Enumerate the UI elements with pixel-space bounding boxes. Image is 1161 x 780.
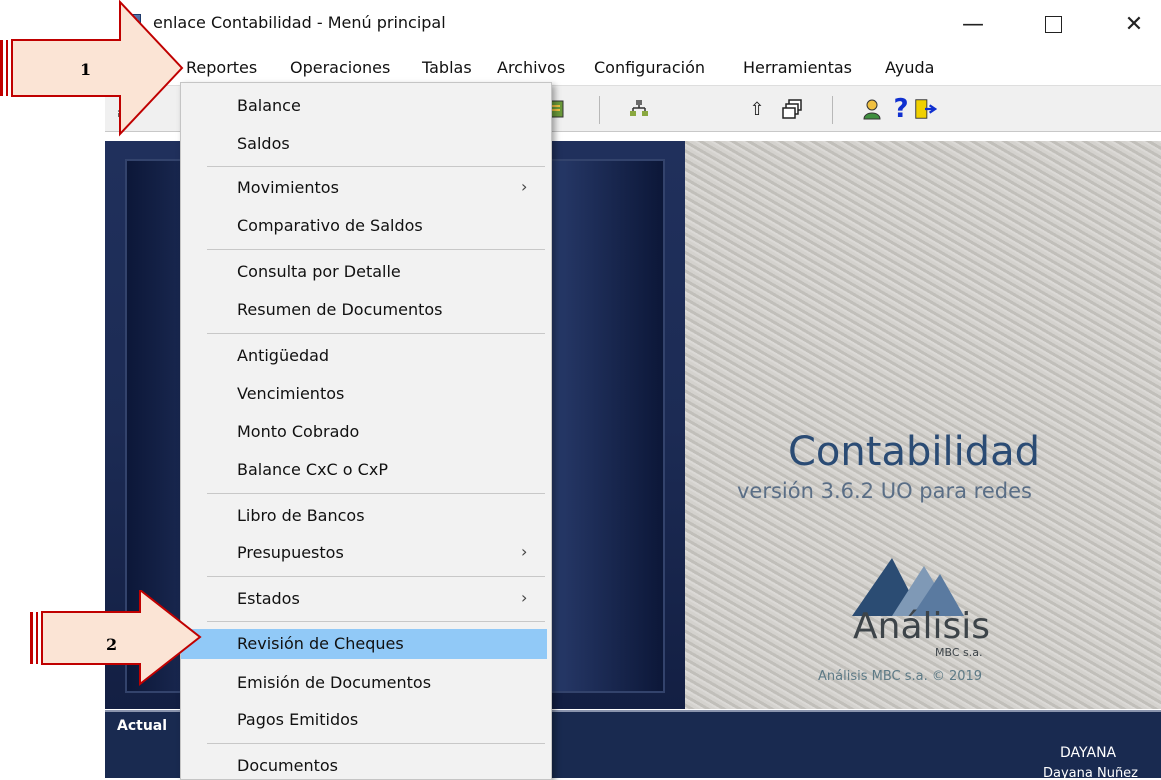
splash-panel: Contabilidad versión 3.6.2 UO para redes… — [685, 141, 1161, 709]
menu-item-resumen-de-documentos[interactable]: Resumen de Documentos — [181, 295, 547, 325]
menu-item-label: Libro de Bancos — [237, 506, 365, 525]
menu-item-label: Vencimientos — [237, 384, 345, 403]
chevron-right-icon: › — [521, 588, 528, 607]
menu-herramientas[interactable]: Herramientas — [743, 58, 852, 77]
status-user-name: Dayana Nuñez — [1043, 766, 1138, 778]
menu-item-label: Monto Cobrado — [237, 422, 360, 441]
menu-operaciones[interactable]: Operaciones — [290, 58, 390, 77]
close-button[interactable]: ✕ — [1112, 6, 1156, 42]
toolbar-separator — [832, 96, 833, 124]
exit-icon[interactable] — [913, 97, 937, 121]
status-user: DAYANA — [1060, 745, 1117, 761]
menu-item-label: Antigüedad — [237, 346, 330, 365]
menu-separator — [207, 333, 545, 334]
callout-arrow-1-icon — [0, 0, 184, 137]
analisis-logo-icon — [852, 558, 964, 616]
windows-icon[interactable] — [781, 97, 805, 121]
callout-number-2: 2 — [106, 635, 118, 654]
menu-item-libro-de-bancos[interactable]: Libro de Bancos — [181, 501, 547, 531]
menu-item-saldos[interactable]: Saldos — [181, 129, 547, 159]
menu-separator — [207, 493, 545, 494]
menu-item-monto-cobrado[interactable]: Monto Cobrado — [181, 417, 547, 447]
menu-item-label: Saldos — [237, 134, 290, 153]
user-icon[interactable] — [861, 97, 885, 121]
menu-item-label: Pagos Emitidos — [237, 710, 359, 729]
menu-item-label: Resumen de Documentos — [237, 300, 443, 319]
up-arrow-icon[interactable]: ⇧ — [745, 97, 769, 121]
menu-item-documentos[interactable]: Documentos — [181, 751, 547, 779]
copyright: Análisis MBC s.a. © 2019 — [818, 669, 983, 684]
callout-number-1: 1 — [80, 60, 92, 79]
menu-item-vencimientos[interactable]: Vencimientos — [181, 379, 547, 409]
menu-item-label: Balance CxC o CxP — [237, 460, 388, 479]
menu-separator — [207, 576, 545, 577]
menu-item-label: Consulta por Detalle — [237, 262, 401, 281]
minimize-button[interactable]: — — [951, 6, 995, 42]
menu-archivos[interactable]: Archivos — [497, 58, 565, 77]
title-bar: enlace Contabilidad - Menú principal — ✕ — [105, 0, 1161, 50]
menu-item-presupuestos[interactable]: Presupuestos › — [181, 538, 547, 568]
product-name: Contabilidad — [788, 429, 1040, 475]
maximize-icon — [1044, 15, 1062, 33]
menu-item-label: Documentos — [237, 756, 339, 775]
menu-configuracion[interactable]: Configuración — [594, 58, 705, 77]
menu-item-movimientos[interactable]: Movimientos › — [181, 173, 547, 203]
menu-item-label: Balance — [237, 96, 301, 115]
menu-item-label: Emisión de Documentos — [237, 673, 432, 692]
menu-item-label: Presupuestos — [237, 543, 344, 562]
menu-bar: Reportes Operaciones Tablas Archivos Con… — [105, 50, 1161, 82]
menu-item-balance-cxc-o-cxp[interactable]: Balance CxC o CxP — [181, 455, 547, 485]
menu-item-consulta-por-detalle[interactable]: Consulta por Detalle — [181, 257, 547, 287]
logo-subtitle: MBC s.a. — [935, 646, 983, 659]
menu-item-label: Comparativo de Saldos — [237, 216, 423, 235]
menu-separator — [207, 249, 545, 250]
logo-name: Análisis — [853, 606, 991, 647]
maximize-button[interactable] — [1031, 6, 1075, 42]
help-icon[interactable]: ? — [889, 94, 913, 124]
toolbar-separator — [599, 96, 600, 124]
menu-item-comparativo-de-saldos[interactable]: Comparativo de Saldos — [181, 211, 547, 241]
menu-item-antiguedad[interactable]: Antigüedad — [181, 341, 547, 371]
menu-separator — [207, 166, 545, 167]
product-version: versión 3.6.2 UO para redes — [737, 479, 1032, 503]
chevron-right-icon: › — [521, 542, 528, 561]
menu-separator — [207, 743, 545, 744]
menu-item-label: Revisión de Cheques — [237, 634, 404, 653]
chevron-right-icon: › — [521, 177, 528, 196]
menu-tablas[interactable]: Tablas — [422, 58, 472, 77]
menu-ayuda[interactable]: Ayuda — [885, 58, 934, 77]
menu-item-label: Movimientos — [237, 178, 339, 197]
organization-icon[interactable] — [627, 97, 651, 121]
menu-item-balance[interactable]: Balance — [181, 91, 547, 121]
menu-separator — [207, 621, 545, 622]
callout-arrow-2-icon — [30, 590, 202, 687]
